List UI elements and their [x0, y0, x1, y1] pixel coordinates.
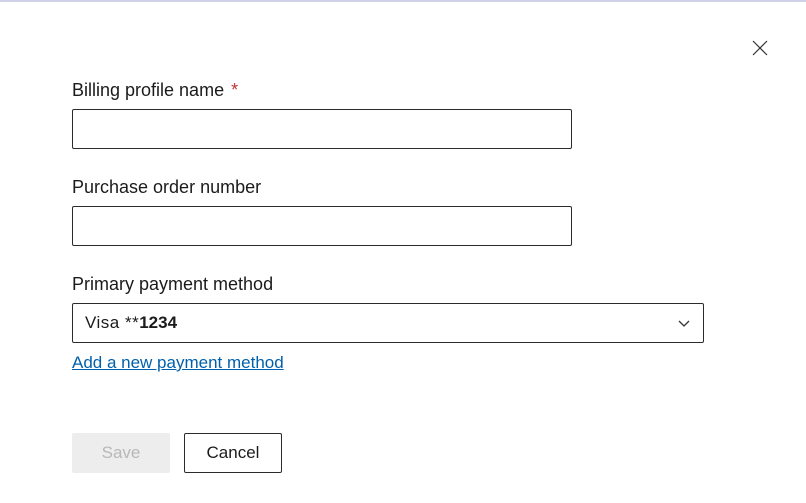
- label-text: Billing profile name: [72, 80, 224, 100]
- billing-profile-name-label: Billing profile name *: [72, 80, 734, 101]
- purchase-order-input[interactable]: [72, 206, 572, 246]
- close-icon: [751, 39, 769, 57]
- card-last4: 1234: [139, 313, 177, 332]
- billing-profile-name-input[interactable]: [72, 109, 572, 149]
- payment-method-group: Primary payment method Visa **1234 Add a…: [72, 274, 734, 373]
- payment-method-selected-value: Visa **1234: [85, 313, 177, 333]
- billing-profile-form: Billing profile name * Purchase order nu…: [0, 2, 806, 473]
- close-button[interactable]: [750, 38, 770, 58]
- cancel-button[interactable]: Cancel: [184, 433, 282, 473]
- billing-profile-name-group: Billing profile name *: [72, 80, 734, 149]
- chevron-down-icon: [677, 316, 691, 330]
- purchase-order-label: Purchase order number: [72, 177, 734, 198]
- payment-method-label: Primary payment method: [72, 274, 734, 295]
- add-payment-method-link[interactable]: Add a new payment method: [72, 353, 284, 373]
- payment-method-dropdown[interactable]: Visa **1234: [72, 303, 704, 343]
- purchase-order-group: Purchase order number: [72, 177, 734, 246]
- save-button[interactable]: Save: [72, 433, 170, 473]
- required-indicator: *: [231, 80, 238, 100]
- card-prefix: Visa **: [85, 313, 139, 332]
- action-button-row: Save Cancel: [72, 433, 734, 473]
